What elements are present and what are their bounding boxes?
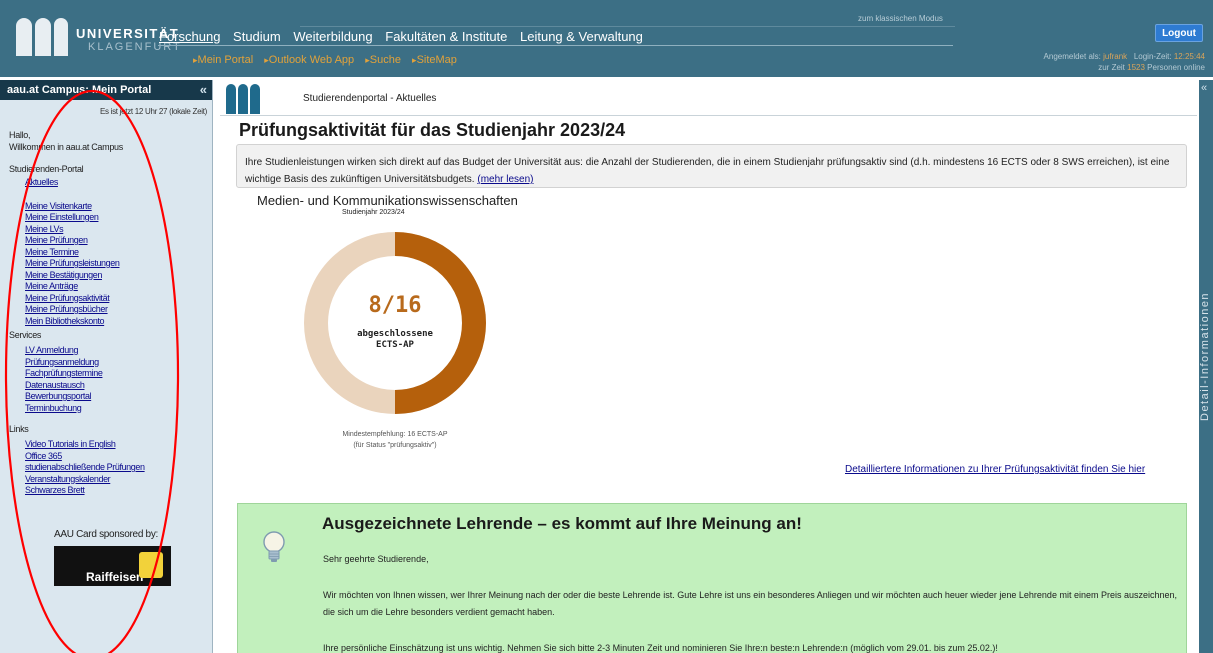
logout-button[interactable]: Logout — [1155, 24, 1203, 42]
detail-info-panel[interactable]: « Detail-Informationen — [1199, 80, 1213, 653]
login-time: 12:25:44 — [1173, 52, 1205, 61]
sidebar-title: aau.at Campus: Mein Portal — [7, 84, 152, 96]
sidebar-link-lvs[interactable]: Meine LVs — [0, 224, 212, 236]
sidebar-collapse-icon[interactable]: « — [200, 82, 207, 97]
login-info: Angemeldet als: jufrank Login-Zeit: 12:2… — [1044, 51, 1205, 73]
section-services: Services — [9, 330, 42, 340]
header-divider — [300, 26, 955, 27]
expand-panel-icon[interactable]: « — [1201, 82, 1207, 94]
info-box: Ihre Studienleistungen wirken sich direk… — [236, 144, 1187, 188]
recommendation-line-1: Mindestempfehlung: 16 ECTS-AP — [342, 431, 448, 438]
sidebar-personal-links: Meine Visitenkarte Meine Einstellungen M… — [0, 201, 212, 328]
sidebar-external-links: Video Tutorials in English Office 365 st… — [0, 439, 212, 497]
mehr-lesen-link[interactable]: (mehr lesen) — [477, 174, 533, 185]
subnav-outlook[interactable]: Outlook Web App — [264, 54, 354, 66]
sidebar-link-bewerbungsportal[interactable]: Bewerbungsportal — [0, 391, 212, 403]
raiffeisen-emblem-icon — [139, 552, 163, 578]
sponsor-text: AAU Card sponsored by: — [53, 528, 158, 540]
detail-info-label: Detail-Informationen — [1199, 291, 1211, 421]
section-links: Links — [9, 424, 29, 434]
top-header: UNIVERSITÄT KLAGENFURT zum klassischen M… — [0, 0, 1213, 77]
lehrende-paragraph-2: Ihre persönliche Einschätzung ist uns wi… — [323, 643, 998, 653]
sidebar-link-bestaetigungen[interactable]: Meine Bestätigungen — [0, 270, 212, 282]
sidebar-link-termine[interactable]: Meine Termine — [0, 247, 212, 259]
main-content: Studierendenportal - Aktuelles Prüfungsa… — [220, 80, 1197, 653]
sidebar-link-pruefungsanmeldung[interactable]: Prüfungsanmeldung — [0, 357, 212, 369]
sidebar-link-datenaustausch[interactable]: Datenaustausch — [0, 380, 212, 392]
current-time: Es ist jetzt 12 Uhr 27 (lokale Zeit) — [99, 107, 207, 116]
sidebar-link-pruefungsaktivitaet[interactable]: Meine Prüfungsaktivität — [0, 293, 212, 305]
sidebar-header: aau.at Campus: Mein Portal « — [0, 80, 212, 100]
login-time-label: Login-Zeit: — [1133, 52, 1172, 61]
chart-title: Studienjahr 2023/24 — [342, 209, 405, 216]
online-suffix: Personen online — [1147, 63, 1205, 72]
donut-caption-line-1: abgeschlossene — [357, 329, 433, 339]
breadcrumb-bar: Studierendenportal - Aktuelles — [220, 80, 1197, 116]
ects-donut-chart — [304, 232, 486, 414]
nav-leitung[interactable]: Leitung & Verwaltung — [520, 29, 643, 44]
page-title: Prüfungsaktivität für das Studienjahr 20… — [239, 120, 626, 140]
sidebar-link-schwarzes-brett[interactable]: Schwarzes Brett — [0, 485, 212, 497]
sub-navigation: Mein Portal Outlook Web App Suche SiteMa… — [193, 54, 465, 66]
study-program-title: Medien- und Kommunikationswissenschaften — [257, 193, 518, 208]
nav-forschung[interactable]: Forschung — [159, 29, 220, 44]
login-user: jufrank — [1103, 52, 1128, 61]
donut-caption-line-2: ECTS-AP — [376, 340, 414, 350]
nav-fakultaeten[interactable]: Fakultäten & Institute — [385, 29, 507, 44]
classic-mode-link[interactable]: zum klassischen Modus — [858, 14, 943, 23]
lightbulb-icon — [263, 531, 285, 562]
breadcrumb: Studierendenportal - Aktuelles — [303, 93, 437, 104]
donut-center-caption: abgeschlossene ECTS-AP — [300, 329, 490, 351]
subnav-suche[interactable]: Suche — [365, 54, 401, 66]
online-count: 1523 — [1127, 63, 1145, 72]
portal-logo-icon — [226, 84, 262, 114]
sidebar-link-lv-anmeldung[interactable]: LV Anmeldung — [0, 345, 212, 357]
donut-center-value: 8/16 — [368, 293, 422, 318]
raiffeisen-logo[interactable]: Raiffeisen — [54, 546, 171, 586]
sidebar-link-fachpruefungstermine[interactable]: Fachprüfungstermine — [0, 368, 212, 380]
sidebar-link-visitenkarte[interactable]: Meine Visitenkarte — [0, 201, 212, 213]
sidebar-link-pruefungsleistungen[interactable]: Meine Prüfungsleistungen — [0, 258, 212, 270]
donut-achieved-arc — [394, 232, 486, 414]
detail-info-link[interactable]: Detailliertere Informationen zu Ihrer Pr… — [845, 464, 1145, 475]
sidebar-link-antraege[interactable]: Meine Anträge — [0, 281, 212, 293]
nav-divider — [158, 45, 953, 46]
info-text: Ihre Studienleistungen wirken sich direk… — [245, 157, 1170, 185]
recommendation-note: Mindestempfehlung: 16 ECTS-AP (für Statu… — [300, 429, 490, 451]
sidebar-link-pruefungen[interactable]: Meine Prüfungen — [0, 235, 212, 247]
lehrende-announcement: Ausgezeichnete Lehrende – es kommt auf I… — [237, 503, 1187, 653]
welcome-text: Willkommen in aau.at Campus — [9, 142, 123, 152]
nav-weiterbildung[interactable]: Weiterbildung — [293, 29, 372, 44]
login-label: Angemeldet als: — [1043, 52, 1101, 61]
sidebar-link-pruefungsbuecher[interactable]: Meine Prüfungsbücher — [0, 304, 212, 316]
recommendation-line-2: (für Status "prüfungsaktiv") — [353, 442, 437, 449]
main-navigation: Forschung Studium Weiterbildung Fakultät… — [159, 29, 652, 44]
sidebar-link-office365[interactable]: Office 365 — [0, 451, 212, 463]
section-studierenden-portal: Studierenden-Portal — [9, 164, 84, 174]
sidebar-link-aktuelles[interactable]: Aktuelles — [0, 177, 212, 189]
sidebar-link-video-tutorials[interactable]: Video Tutorials in English — [0, 439, 212, 451]
online-prefix: zur Zeit — [1098, 63, 1125, 72]
sidebar-link-studienabschliessende-pruefungen[interactable]: studienabschließende Prüfungen — [0, 462, 212, 474]
sponsor-logo-text: Raiffeisen — [86, 570, 144, 584]
sidebar-link-bibliothekskonto[interactable]: Mein Bibliothekskonto — [0, 316, 212, 328]
greeting: Hallo, — [9, 130, 31, 140]
lehrende-salutation: Sehr geehrte Studierende, — [323, 554, 429, 564]
sidebar-link-terminbuchung[interactable]: Terminbuchung — [0, 403, 212, 415]
lehrende-title: Ausgezeichnete Lehrende – es kommt auf I… — [322, 514, 802, 533]
sidebar-link-einstellungen[interactable]: Meine Einstellungen — [0, 212, 212, 224]
subnav-mein-portal[interactable]: Mein Portal — [193, 54, 253, 66]
lehrende-paragraph-1: Wir möchten von Ihnen wissen, wer Ihrer … — [323, 590, 1177, 617]
sidebar-link-veranstaltungskalender[interactable]: Veranstaltungskalender — [0, 474, 212, 486]
university-logo-icon[interactable] — [16, 18, 70, 56]
nav-studium[interactable]: Studium — [233, 29, 281, 44]
sidebar-services-links: LV Anmeldung Prüfungsanmeldung Fachprüfu… — [0, 345, 212, 414]
subnav-sitemap[interactable]: SiteMap — [412, 54, 457, 66]
